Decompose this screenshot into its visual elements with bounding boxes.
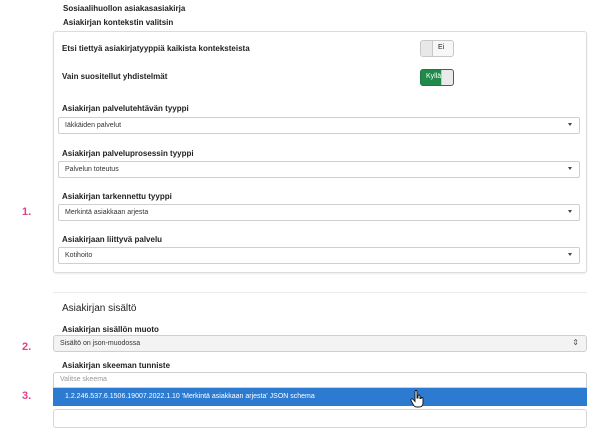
search-all-label: Etsi tiettyä asiakirjatyyppiä kaikista k…: [62, 44, 250, 53]
related-service-select[interactable]: Kotihoito: [58, 247, 580, 264]
specific-type-label: Asiakirjan tarkennettu tyyppi: [62, 192, 172, 201]
service-process-type-select[interactable]: Palvelun toteutus: [58, 161, 580, 178]
service-task-type-label: Asiakirjan palvelutehtävän tyyppi: [62, 104, 189, 113]
chevron-down-icon: [568, 167, 572, 170]
schema-search-input[interactable]: Valitse skeema: [53, 372, 587, 388]
toggle-text: Ei: [438, 44, 445, 51]
toggle-text: Kyllä: [426, 73, 442, 80]
schema-option[interactable]: 1.2.246.537.6.1506.19007.2022.1.10 'Merk…: [53, 388, 587, 406]
toggle-knob: [421, 41, 433, 56]
empty-field[interactable]: [53, 409, 587, 428]
toggle-knob: [441, 70, 453, 85]
select-value: Sisältö on json-muodossa: [60, 340, 141, 347]
content-format-select[interactable]: Sisältö on json-muodossa ⇕: [53, 335, 587, 352]
content-format-label: Asiakirjan sisällön muoto: [62, 325, 159, 334]
select-value: Palvelun toteutus: [65, 166, 119, 173]
chevron-down-icon: [568, 123, 572, 126]
step-marker-3: 3.: [22, 390, 32, 402]
page-title: Sosiaalihuollon asiakasasiakirja: [63, 4, 186, 13]
specific-type-select[interactable]: Merkintä asiakkaan arjesta: [58, 204, 580, 221]
context-selector-title: Asiakirjan kontekstin valitsin: [63, 18, 174, 27]
related-service-label: Asiakirjaan liittyvä palvelu: [62, 235, 163, 244]
schema-label: Asiakirjan skeeman tunniste: [62, 361, 171, 370]
recommended-only-toggle[interactable]: Kyllä: [420, 69, 454, 86]
search-all-toggle[interactable]: Ei: [420, 40, 454, 57]
select-value: Merkintä asiakkaan arjesta: [65, 209, 149, 216]
service-process-type-label: Asiakirjan palveluprosessin tyyppi: [62, 149, 194, 158]
step-marker-2: 2.: [22, 341, 32, 353]
recommended-only-label: Vain suositellut yhdistelmät: [62, 72, 168, 81]
chevron-down-icon: [568, 253, 572, 256]
chevron-down-icon: [568, 210, 572, 213]
content-section-heading: Asiakirjan sisältö: [62, 303, 137, 314]
service-task-type-select[interactable]: Iäkkäiden palvelut: [58, 117, 580, 134]
select-value: Kotihoito: [65, 252, 93, 259]
select-value: Iäkkäiden palvelut: [65, 122, 122, 129]
section-divider: [53, 292, 587, 293]
updown-arrows-icon: ⇕: [572, 338, 579, 347]
hand-pointer-icon: [410, 390, 424, 408]
step-marker-1: 1.: [22, 206, 32, 218]
